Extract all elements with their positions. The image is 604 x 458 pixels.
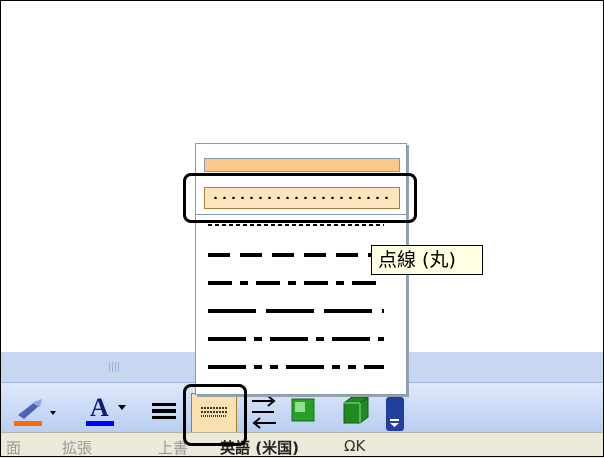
toolbar-grip[interactable] <box>109 362 123 372</box>
status-bar: 面 拡張 上書 英語 (米国) ΩΚ <box>0 432 604 458</box>
shadow-style-icon[interactable] <box>290 397 318 425</box>
line-style-dash-dot[interactable] <box>208 278 384 288</box>
line-color-icon[interactable] <box>12 397 60 427</box>
arrow-style-icon[interactable] <box>250 395 278 429</box>
line-style-icon[interactable] <box>150 401 178 421</box>
toolbar-options-icon <box>390 419 399 427</box>
highlight-dash-button <box>183 384 247 446</box>
tooltip: 点線 (丸) <box>371 245 483 275</box>
dropdown-arrow-icon <box>118 405 126 410</box>
toolbar-options-button[interactable] <box>386 397 404 431</box>
highlight-round-dot <box>183 173 417 223</box>
status-text-1: 面 <box>6 439 22 457</box>
line-style-long-dash-dot-dot[interactable] <box>208 362 384 372</box>
line-style-dash[interactable] <box>208 250 384 260</box>
line-style-long-dash-dot[interactable] <box>208 334 384 344</box>
3d-style-icon[interactable] <box>340 395 370 427</box>
font-color-button[interactable]: A <box>84 391 130 427</box>
status-spell-icon[interactable]: ΩΚ <box>344 437 365 455</box>
status-text-2[interactable]: 拡張 <box>62 437 92 458</box>
line-style-solid[interactable] <box>204 158 400 172</box>
font-color-swatch <box>86 421 114 426</box>
font-color-letter: A <box>90 393 109 422</box>
line-style-long-dash[interactable] <box>208 306 384 316</box>
